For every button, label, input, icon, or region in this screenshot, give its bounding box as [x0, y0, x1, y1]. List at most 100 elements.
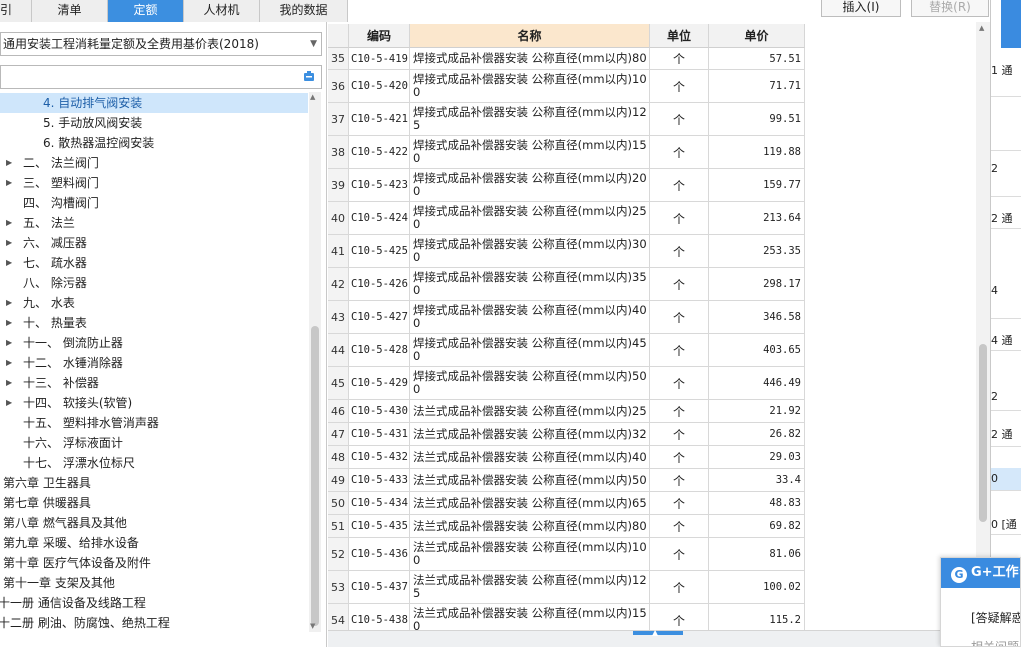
tree-item[interactable]: ▶ 十二、 水锤消除器	[0, 353, 308, 373]
tree-item[interactable]: ▶ 七、 疏水器	[0, 253, 308, 273]
table-row[interactable]: 42 C10-5-426 焊接式成品补偿器安装 公称直径(mm以内)350 个 298.…	[328, 268, 805, 301]
table-row[interactable]: 50 C10-5-434 法兰式成品补偿器安装 公称直径(mm以内)65 个 48.83	[328, 492, 805, 515]
tab-labor-material[interactable]: 人材机	[184, 0, 260, 22]
tree-item[interactable]: 5. 手动放风阀安装	[0, 113, 308, 133]
tree-item[interactable]: ▶ 五、 法兰	[0, 213, 308, 233]
expand-arrow-icon[interactable]: ▶	[6, 253, 12, 273]
table-row[interactable]: 40 C10-5-424 焊接式成品补偿器安装 公称直径(mm以内)250 个 213.…	[328, 202, 805, 235]
tree-item[interactable]: ▶ 三、 塑料阀门	[0, 173, 308, 193]
col-header-code[interactable]: 编码	[349, 24, 410, 48]
replace-button[interactable]: 替换(R)	[911, 0, 989, 17]
tree-item[interactable]: ▶ 十四、 软接头(软管)	[0, 393, 308, 413]
table-row[interactable]: 38 C10-5-422 焊接式成品补偿器安装 公称直径(mm以内)150 个 119.…	[328, 136, 805, 169]
quota-code: C10-5-427	[349, 301, 410, 333]
quota-name: 焊接式成品补偿器安装 公称直径(mm以内)100	[410, 70, 650, 102]
tree-item[interactable]: 十一册 通信设备及线路工程	[0, 593, 308, 613]
tab-index[interactable]: 引	[0, 0, 32, 22]
search-icon[interactable]	[303, 70, 315, 82]
tree-scrollbar[interactable]: ▲ ▼	[309, 92, 321, 632]
table-row[interactable]: 45 C10-5-429 焊接式成品补偿器安装 公称直径(mm以内)500 个 446.…	[328, 367, 805, 400]
table-row[interactable]: 48 C10-5-432 法兰式成品补偿器安装 公称直径(mm以内)40 个 29.03	[328, 446, 805, 469]
tree-item[interactable]: ▶ 十一、 倒流防止器	[0, 333, 308, 353]
tab-my-data[interactable]: 我的数据	[260, 0, 348, 22]
gplus-workbench-popup[interactable]: G G+工作台 [答疑解惑] 相关问题	[940, 557, 1021, 647]
gplus-header[interactable]: G G+工作台	[941, 558, 1020, 588]
row-index: 41	[328, 235, 349, 267]
tree-scrollbar-thumb[interactable]	[311, 326, 319, 626]
quota-name: 法兰式成品补偿器安装 公称直径(mm以内)125	[410, 571, 650, 603]
expand-arrow-icon[interactable]: ▶	[6, 393, 12, 413]
tree-item[interactable]: ▶ 九、 水表	[0, 293, 308, 313]
col-header-index[interactable]	[328, 24, 349, 48]
search-input[interactable]	[1, 66, 291, 88]
expand-arrow-icon[interactable]: ▶	[6, 173, 12, 193]
tree-item[interactable]: 4. 自动排气阀安装	[0, 93, 308, 113]
expand-arrow-icon[interactable]: ▶	[6, 353, 12, 373]
quota-code: C10-5-432	[349, 446, 410, 468]
tree-item-label: 十一册 通信设备及线路工程	[0, 596, 146, 610]
table-row[interactable]: 37 C10-5-421 焊接式成品补偿器安装 公称直径(mm以内)125 个 99.5…	[328, 103, 805, 136]
tree-item[interactable]: 十七、 浮漂水位标尺	[0, 453, 308, 473]
expand-arrow-icon[interactable]: ▶	[6, 233, 12, 253]
tab-quota[interactable]: 定额	[108, 0, 184, 22]
table-row[interactable]: 44 C10-5-428 焊接式成品补偿器安装 公称直径(mm以内)450 个 403.…	[328, 334, 805, 367]
gplus-related-link[interactable]: 相关问题	[971, 638, 1019, 646]
tree-item[interactable]: ▶ 二、 法兰阀门	[0, 153, 308, 173]
col-header-price[interactable]: 单价	[709, 24, 805, 48]
tab-bill[interactable]: 清单	[32, 0, 108, 22]
expand-arrow-icon[interactable]: ▶	[6, 213, 12, 233]
col-header-unit[interactable]: 单位	[650, 24, 709, 48]
table-row[interactable]: 53 C10-5-437 法兰式成品补偿器安装 公称直径(mm以内)125 个 100.…	[328, 571, 805, 604]
tree-item[interactable]: 十六、 浮标液面计	[0, 433, 308, 453]
quota-code: C10-5-435	[349, 515, 410, 537]
table-row[interactable]: 36 C10-5-420 焊接式成品补偿器安装 公称直径(mm以内)100 个 71.7…	[328, 70, 805, 103]
scroll-down-icon[interactable]: ▼	[310, 622, 315, 630]
quota-code: C10-5-428	[349, 334, 410, 366]
tree-item[interactable]: 十二册 刷油、防腐蚀、绝热工程	[0, 613, 308, 631]
table-row[interactable]: 35 C10-5-419 焊接式成品补偿器安装 公称直径(mm以内)80 个 57.51	[328, 48, 805, 70]
tree-item-label: 第六章 卫生器具	[3, 476, 91, 490]
scroll-up-icon[interactable]: ▲	[979, 24, 984, 32]
tree-item[interactable]: 第九章 采暖、给排水设备	[0, 533, 308, 553]
table-row[interactable]: 47 C10-5-431 法兰式成品补偿器安装 公称直径(mm以内)32 个 26.82	[328, 423, 805, 446]
table-row[interactable]: 54 C10-5-438 法兰式成品补偿器安装 公称直径(mm以内)150 个 115.…	[328, 604, 805, 630]
expand-arrow-icon[interactable]: ▶	[6, 153, 12, 173]
quota-unit: 个	[650, 48, 709, 69]
table-row[interactable]: 43 C10-5-427 焊接式成品补偿器安装 公称直径(mm以内)400 个 346.…	[328, 301, 805, 334]
tree-item[interactable]: ▶ 十三、 补偿器	[0, 373, 308, 393]
tree-item[interactable]: ▶ 十、 热量表	[0, 313, 308, 333]
table-row[interactable]: 52 C10-5-436 法兰式成品补偿器安装 公称直径(mm以内)100 个 81.0…	[328, 538, 805, 571]
tree-item[interactable]: 第七章 供暖器具	[0, 493, 308, 513]
tree-item[interactable]: 八、 除污器	[0, 273, 308, 293]
table-row[interactable]: 46 C10-5-430 法兰式成品补偿器安装 公称直径(mm以内)25 个 21.92	[328, 400, 805, 423]
quota-unit: 个	[650, 515, 709, 537]
tree-item[interactable]: ▶ 六、 减压器	[0, 233, 308, 253]
tree-item[interactable]: 第十章 医疗气体设备及附件	[0, 553, 308, 573]
expand-arrow-icon[interactable]: ▶	[6, 333, 12, 353]
grid-scrollbar-thumb[interactable]	[979, 344, 987, 522]
tree-item[interactable]: 四、 沟槽阀门	[0, 193, 308, 213]
table-row[interactable]: 49 C10-5-433 法兰式成品补偿器安装 公称直径(mm以内)50 个 33.4	[328, 469, 805, 492]
tree-item[interactable]: 第十一章 支架及其他	[0, 573, 308, 593]
expand-arrow-icon[interactable]: ▶	[6, 293, 12, 313]
table-row[interactable]: 41 C10-5-425 焊接式成品补偿器安装 公称直径(mm以内)300 个 253.…	[328, 235, 805, 268]
library-select[interactable]: 通用安装工程消耗量定额及全费用基价表(2018) ▼	[0, 32, 322, 56]
panel-splitter[interactable]: ▲	[328, 628, 990, 647]
chevron-down-icon: ▼	[310, 39, 317, 49]
table-row[interactable]: 39 C10-5-423 焊接式成品补偿器安装 公称直径(mm以内)200 个 159.…	[328, 169, 805, 202]
quota-price: 298.17	[709, 268, 805, 300]
expand-arrow-icon[interactable]: ▶	[6, 373, 12, 393]
quota-name: 焊接式成品补偿器安装 公称直径(mm以内)150	[410, 136, 650, 168]
scroll-up-icon[interactable]: ▲	[310, 93, 315, 101]
tree-item[interactable]: 十五、 塑料排水管消声器	[0, 413, 308, 433]
tree-item[interactable]: 第八章 燃气器具及其他	[0, 513, 308, 533]
insert-button[interactable]: 插入(I)	[821, 0, 901, 17]
table-row[interactable]: 51 C10-5-435 法兰式成品补偿器安装 公称直径(mm以内)80 个 69.82	[328, 515, 805, 538]
expand-arrow-icon[interactable]: ▶	[6, 313, 12, 333]
col-header-name[interactable]: 名称	[410, 24, 650, 48]
gplus-qa-link[interactable]: [答疑解惑]	[971, 609, 1020, 626]
tree-item[interactable]: 6. 散热器温控阀安装	[0, 133, 308, 153]
grid-scrollbar[interactable]: ▲ ▼	[976, 22, 990, 630]
quota-code: C10-5-438	[349, 604, 410, 630]
tree-item[interactable]: 第六章 卫生器具	[0, 473, 308, 493]
